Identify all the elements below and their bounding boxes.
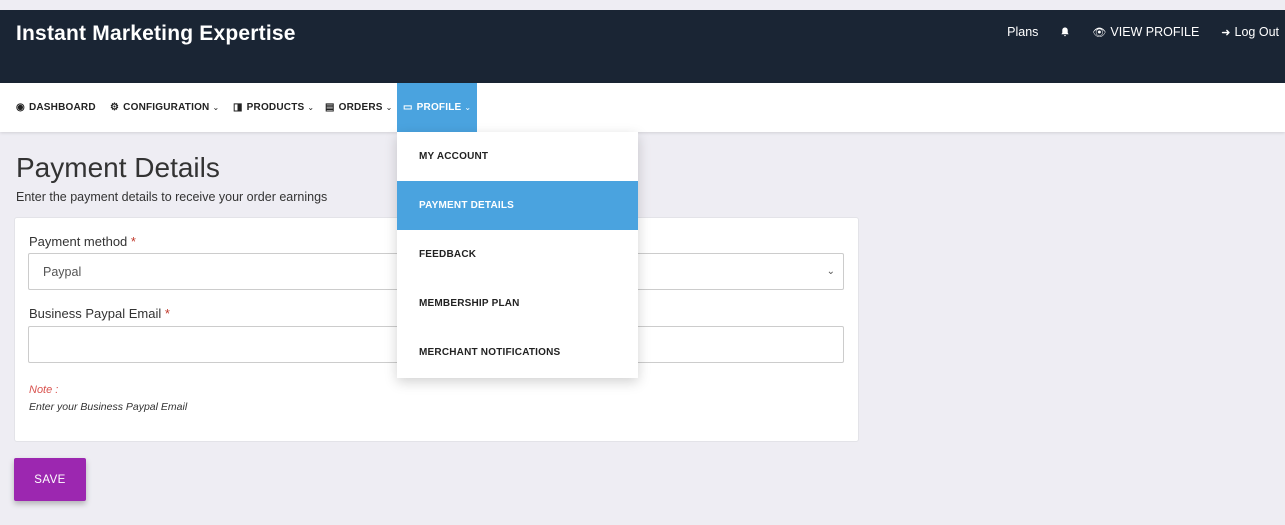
plans-link-label: Plans <box>1007 25 1039 39</box>
chevron-down-icon: ⌄ <box>826 266 835 277</box>
paypal-email-label-text: Business Paypal Email <box>29 306 162 321</box>
view-profile-link[interactable]: 👁 VIEW PROFILE <box>1092 25 1199 39</box>
view-profile-label: VIEW PROFILE <box>1110 25 1200 39</box>
chevron-down-icon: ⌄ <box>464 103 472 112</box>
top-header: Instant Marketing Expertise Plans 👁 VIEW… <box>0 10 1285 83</box>
save-button[interactable]: SAVE <box>14 458 86 501</box>
menu-item-merchant-notifications[interactable]: MERCHANT NOTIFICATIONS <box>397 328 638 377</box>
nav-item-orders[interactable]: ▤ ORDERS ⌄ <box>325 83 393 132</box>
nav-item-configuration[interactable]: ⚙ CONFIGURATION ⌄ <box>110 83 219 132</box>
logout-icon: ➜ <box>1221 26 1231 39</box>
bell-icon <box>1061 27 1070 37</box>
plans-link[interactable]: Plans <box>1007 25 1038 39</box>
page-title: Payment Details <box>16 152 220 183</box>
paypal-email-label: Business Paypal Email * <box>29 306 170 321</box>
eye-icon: 👁 <box>1092 26 1107 39</box>
nav-item-label: PROFILE <box>416 102 462 113</box>
payment-method-label-text: Payment method <box>29 234 128 249</box>
menu-item-membership-plan[interactable]: MEMBERSHIP PLAN <box>397 279 638 328</box>
gear-icon: ⚙ <box>110 102 120 113</box>
profile-dropdown-menu: MY ACCOUNT PAYMENT DETAILS FEEDBACK MEMB… <box>397 132 638 378</box>
payment-method-value: Paypal <box>43 264 82 279</box>
main-nav: ◉ DASHBOARD ⚙ CONFIGURATION ⌄ ◨ PRODUCTS… <box>0 83 1285 132</box>
menu-item-my-account[interactable]: MY ACCOUNT <box>397 132 638 181</box>
logout-link[interactable]: ➜ Log Out <box>1221 25 1279 39</box>
nav-item-label: CONFIGURATION <box>123 102 210 113</box>
dashboard-icon: ◉ <box>16 102 25 113</box>
chevron-down-icon: ⌄ <box>307 103 315 112</box>
clipboard-icon: ▤ <box>325 102 335 113</box>
logout-label: Log Out <box>1234 25 1279 39</box>
nav-item-label: PRODUCTS <box>246 102 305 113</box>
header-links: Plans 👁 VIEW PROFILE ➜ Log Out <box>985 25 1279 39</box>
required-mark: * <box>130 234 136 249</box>
payment-method-label: Payment method * <box>29 234 136 249</box>
tag-icon: ◨ <box>233 102 243 113</box>
note-label: Note : <box>29 384 59 396</box>
nav-item-dashboard[interactable]: ◉ DASHBOARD <box>16 83 96 132</box>
id-card-icon: ▭ <box>403 102 413 113</box>
menu-item-feedback[interactable]: FEEDBACK <box>397 230 638 279</box>
note-text: Enter your Business Paypal Email <box>29 401 188 413</box>
nav-item-profile[interactable]: ▭ PROFILE ⌄ <box>397 83 478 132</box>
brand-title: Instant Marketing Expertise <box>16 22 296 45</box>
menu-item-payment-details[interactable]: PAYMENT DETAILS <box>397 181 638 230</box>
nav-item-label: DASHBOARD <box>28 102 96 113</box>
nav-item-label: ORDERS <box>338 102 383 113</box>
nav-item-products[interactable]: ◨ PRODUCTS ⌄ <box>233 83 314 132</box>
chevron-down-icon: ⌄ <box>385 103 393 112</box>
page-subtitle: Enter the payment details to receive you… <box>16 190 328 204</box>
chevron-down-icon: ⌄ <box>212 103 220 112</box>
notifications-button[interactable] <box>1060 27 1070 37</box>
required-mark: * <box>164 306 170 321</box>
